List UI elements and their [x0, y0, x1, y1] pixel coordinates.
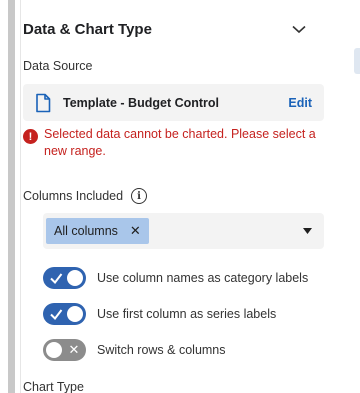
side-tab[interactable]	[354, 48, 360, 74]
columns-included-label: Columns Included	[23, 189, 124, 203]
toggle-knob	[67, 306, 83, 322]
columns-chip-label: All columns	[54, 224, 118, 238]
columns-select[interactable]: All columns ✕	[43, 213, 324, 249]
edit-source-link[interactable]: Edit	[288, 96, 312, 110]
toggle-label: Use column names as category labels	[97, 271, 309, 285]
toggle-knob	[67, 270, 83, 286]
chart-type-label: Chart Type	[23, 380, 84, 393]
toggle-row-switch-rows-columns: ✕ Switch rows & columns	[43, 339, 226, 361]
document-icon	[35, 93, 51, 113]
error-text: Selected data cannot be charted. Please …	[44, 127, 316, 158]
toggle-row-series-labels: Use first column as series labels	[43, 303, 276, 325]
data-source-label: Data Source	[23, 59, 93, 73]
info-icon[interactable]: i	[131, 188, 148, 204]
close-icon[interactable]: ✕	[130, 223, 141, 239]
toggle-switch-off[interactable]: ✕	[43, 339, 86, 361]
chevron-up-icon[interactable]	[291, 21, 307, 37]
panel-splitter[interactable]	[8, 0, 15, 393]
toggle-label: Switch rows & columns	[97, 343, 226, 357]
columns-included-label-row: Columns Included i	[23, 188, 148, 204]
caret-down-icon[interactable]	[302, 226, 312, 236]
toggle-knob	[46, 342, 62, 358]
section-title: Data & Chart Type	[23, 20, 152, 38]
section-header[interactable]: Data & Chart Type	[23, 14, 307, 44]
error-icon: !	[23, 129, 38, 144]
error-message: ! Selected data cannot be charted. Pleas…	[23, 126, 323, 160]
toggle-label: Use first column as series labels	[97, 307, 277, 321]
data-source-box: Template - Budget Control Edit	[23, 84, 324, 121]
columns-chip: All columns ✕	[46, 218, 149, 244]
toggle-switch-on[interactable]	[43, 267, 86, 289]
data-source-name: Template - Budget Control	[63, 95, 220, 110]
close-icon: ✕	[68, 342, 80, 357]
toggle-switch-on[interactable]	[43, 303, 86, 325]
toggle-row-category-labels: Use column names as category labels	[43, 267, 308, 289]
